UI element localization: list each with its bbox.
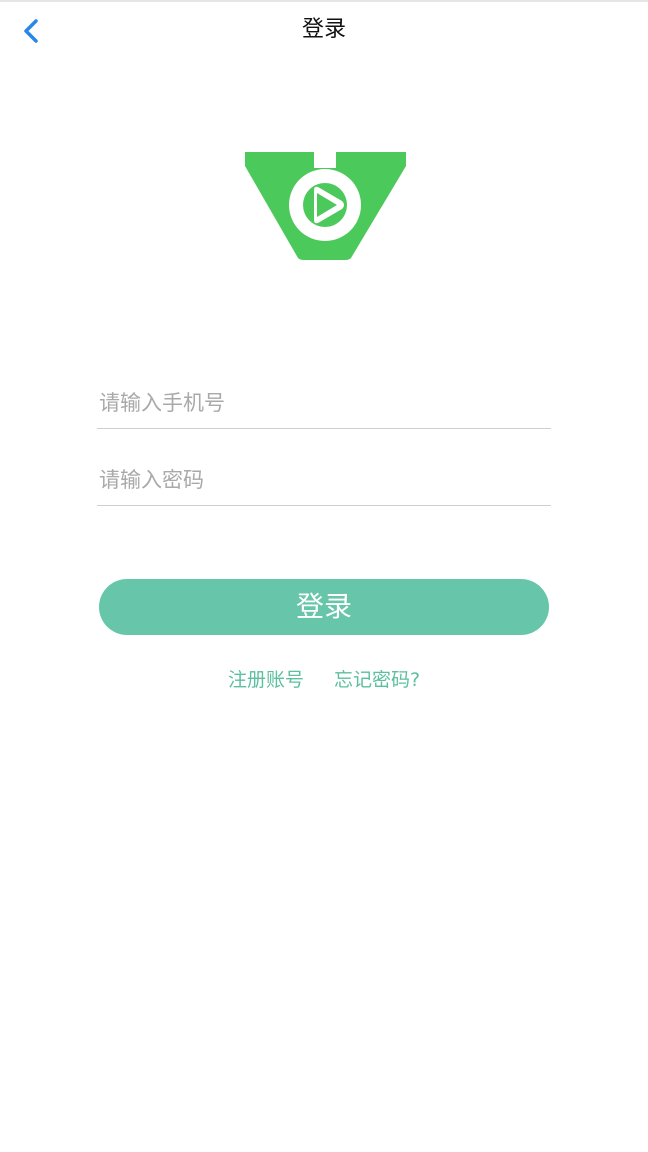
login-button[interactable]: 登录	[99, 579, 549, 635]
app-logo-icon	[245, 150, 406, 260]
top-bar: 登录	[0, 0, 648, 58]
password-field[interactable]	[97, 446, 551, 506]
auth-links: 注册账号 忘记密码?	[0, 666, 648, 694]
password-input[interactable]	[97, 446, 551, 505]
forgot-password-link[interactable]: 忘记密码?	[334, 666, 420, 694]
phone-input[interactable]	[97, 369, 551, 428]
register-link[interactable]: 注册账号	[228, 666, 304, 694]
phone-field[interactable]	[97, 369, 551, 429]
page-title: 登录	[301, 17, 346, 42]
